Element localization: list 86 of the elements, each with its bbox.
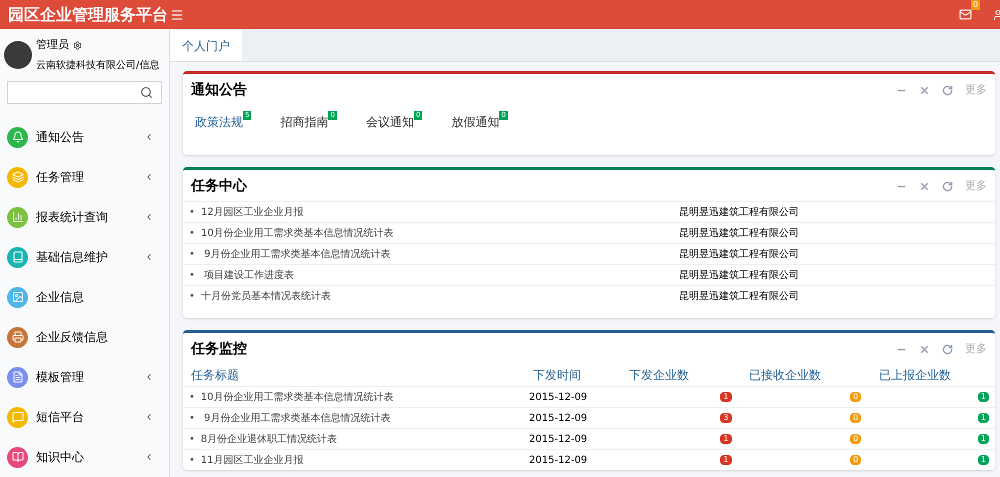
task-title[interactable]: 11月园区工业企业月报 — [200, 452, 530, 468]
bullet: • — [189, 268, 196, 282]
task-title[interactable]: 10月份企业用工需求类基本信息情况统计表 — [200, 390, 530, 404]
bullet: • — [189, 226, 196, 240]
user-name: 管理员 — [36, 37, 69, 53]
task-title[interactable]: 9月份企业用工需求类基本信息情况统计表 — [200, 410, 530, 426]
menu-item[interactable]: 通知公告 — [0, 117, 169, 157]
count-badge: 1 — [978, 413, 989, 423]
issue-date: 2015-12-09 — [529, 390, 588, 404]
notice-tab[interactable]: 会议通知 — [366, 113, 414, 131]
box-title: 任务中心 — [191, 176, 247, 196]
company-name: 昆明昱迅建筑工程有限公司 — [679, 268, 799, 282]
menu-label: 知识中心 — [36, 449, 85, 466]
task-title[interactable]: 8月份企业退休职工情况统计表 — [200, 432, 530, 446]
count-badge: 3 — [720, 413, 732, 423]
count-badge: 1 — [978, 434, 989, 444]
close-icon[interactable] — [919, 344, 930, 355]
page-tab[interactable]: 个人门户 — [170, 30, 242, 61]
count-badge: 0 — [850, 434, 862, 444]
menu-label: 通知公告 — [36, 129, 85, 146]
search-field[interactable] — [7, 80, 162, 104]
company-name: 昆明昱迅建筑工程有限公司 — [679, 226, 799, 240]
menu-item[interactable]: 报表统计查询 — [0, 197, 169, 237]
company-name: 昆明昱迅建筑工程有限公司 — [679, 290, 799, 304]
issue-date: 2015-12-09 — [529, 412, 588, 426]
refresh-icon[interactable] — [942, 181, 953, 192]
box-title: 任务监控 — [191, 340, 247, 359]
menu-label: 企业反馈信息 — [36, 329, 109, 346]
avatar — [4, 40, 32, 69]
notice-tab[interactable]: 招商指南 — [280, 113, 328, 131]
issue-date: 2015-12-09 — [529, 454, 588, 468]
close-icon[interactable] — [919, 181, 930, 192]
refresh-icon[interactable] — [942, 344, 953, 355]
menu-label: 短信平台 — [36, 409, 85, 426]
task-title[interactable]: 10月份企业用工需求类基本信息情况统计表 — [201, 226, 679, 240]
bullet: • — [189, 432, 196, 446]
menu-label: 基础信息维护 — [36, 249, 109, 266]
count-badge: 0 — [850, 413, 862, 423]
column-header: 下发企业数 — [629, 367, 690, 384]
menu-item[interactable]: 短信平台 — [0, 397, 169, 437]
menu-label: 报表统计查询 — [36, 209, 109, 226]
user-org: 云南软捷科技有限公司/信息 — [36, 58, 160, 72]
menu-icon[interactable] — [170, 8, 184, 22]
count-badge: 1 — [720, 392, 732, 402]
mail-icon[interactable] — [959, 8, 972, 21]
task-title[interactable]: 9月份企业用工需求类基本信息情况统计表 — [201, 246, 679, 262]
bullet: • — [189, 206, 196, 220]
mail-badge: 0 — [970, 0, 980, 10]
count-badge: 0 — [850, 392, 862, 402]
menu-item[interactable]: 知识中心 — [0, 437, 169, 477]
bullet: • — [189, 412, 196, 426]
app-title: 园区企业管理服务平台 — [7, 4, 169, 26]
bullet: • — [189, 248, 196, 262]
box-title: 通知公告 — [191, 81, 247, 100]
menu-label: 模板管理 — [36, 369, 85, 386]
menu-label: 任务管理 — [36, 169, 85, 186]
refresh-icon[interactable] — [942, 85, 953, 96]
menu-item[interactable]: 模板管理 — [0, 357, 169, 397]
company-name: 昆明昱迅建筑工程有限公司 — [679, 248, 799, 262]
task-title[interactable]: 项目建设工作进度表 — [201, 268, 679, 282]
task-title[interactable]: 十月份党员基本情况表统计表 — [201, 288, 679, 304]
task-title[interactable]: 12月园区工业企业月报 — [201, 204, 679, 220]
count-badge: 1 — [978, 455, 989, 465]
count-badge: 1 — [720, 434, 732, 444]
search-icon[interactable] — [140, 86, 153, 99]
menu-item[interactable]: 任务管理 — [0, 157, 169, 197]
menu-label: 企业信息 — [36, 289, 85, 306]
bullet: • — [189, 290, 196, 304]
menu-item[interactable]: 基础信息维护 — [0, 237, 169, 277]
issue-date: 2015-12-09 — [529, 432, 588, 446]
notice-tab[interactable]: 政策法规 — [195, 113, 243, 131]
company-name: 昆明昱迅建筑工程有限公司 — [679, 206, 799, 220]
settings-icon[interactable] — [73, 40, 82, 50]
column-header: 任务标题 — [191, 367, 240, 384]
bullet: • — [189, 454, 196, 468]
column-header: 已上报企业数 — [879, 367, 951, 384]
menu-item[interactable]: 企业信息 — [0, 277, 169, 317]
column-header: 下发时间 — [533, 367, 582, 384]
bullet: • — [189, 390, 196, 404]
notice-tab[interactable]: 放假通知 — [451, 113, 500, 131]
count-badge: 1 — [720, 455, 732, 465]
count-badge: 0 — [850, 455, 862, 465]
column-header: 已接收企业数 — [749, 367, 822, 384]
close-icon[interactable] — [919, 85, 930, 96]
count-badge: 1 — [978, 392, 989, 402]
menu-item[interactable]: 企业反馈信息 — [0, 317, 169, 357]
